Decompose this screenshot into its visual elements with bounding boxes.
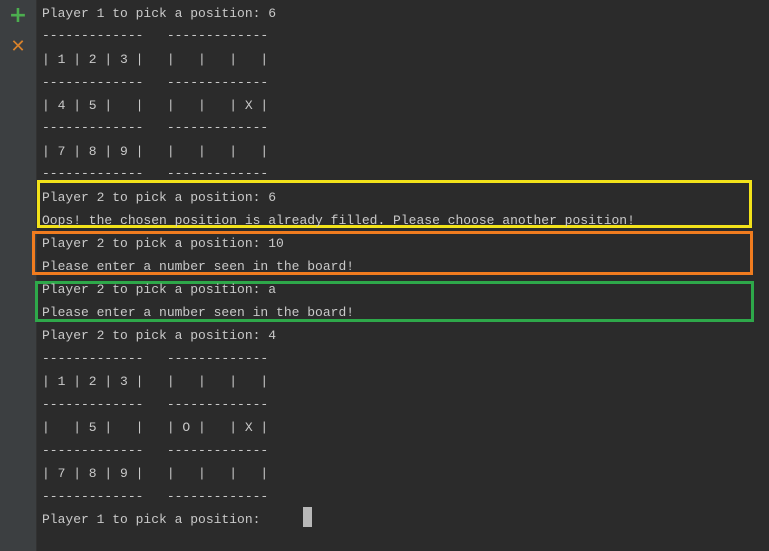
- console-line: Player 2 to pick a position: 10: [42, 236, 284, 251]
- plus-icon[interactable]: +: [8, 5, 28, 27]
- console-line: Player 2 to pick a position: 6: [42, 190, 277, 205]
- console-line: | 7 | 8 | 9 | | | | |: [42, 466, 269, 481]
- console-line: | 4 | 5 | | | | | X |: [42, 98, 269, 113]
- console-line: | 7 | 8 | 9 | | | | |: [42, 144, 269, 159]
- console-line: | | 5 | | | O | | X |: [42, 420, 269, 435]
- console-line: ------------- -------------: [42, 75, 269, 90]
- text-cursor[interactable]: [303, 507, 312, 527]
- console-toolbar: + ✕: [0, 0, 37, 551]
- console-line: Player 2 to pick a position: a: [42, 282, 277, 297]
- console-line: ------------- -------------: [42, 120, 269, 135]
- console-line: Player 2 to pick a position: 4: [42, 328, 277, 343]
- console-line: ------------- -------------: [42, 489, 269, 504]
- close-icon[interactable]: ✕: [8, 37, 28, 57]
- console-line: | 1 | 2 | 3 | | | | |: [42, 52, 269, 67]
- console-line: Please enter a number seen in the board!: [42, 305, 355, 320]
- console-line: ------------- -------------: [42, 28, 269, 43]
- console-window: + ✕ Player 1 to pick a position: 6 -----…: [0, 0, 769, 551]
- console-line: ------------- -------------: [42, 443, 269, 458]
- console-line: ------------- -------------: [42, 166, 269, 181]
- console-line: | 1 | 2 | 3 | | | | |: [42, 374, 269, 389]
- console-line: ------------- -------------: [42, 351, 269, 366]
- console-output: Player 1 to pick a position: 6 ---------…: [42, 0, 762, 551]
- console-line: Oops! the chosen position is already fil…: [42, 213, 635, 228]
- console-line: Please enter a number seen in the board!: [42, 259, 355, 274]
- console-line: ------------- -------------: [42, 397, 269, 412]
- console-input-prompt: Player 1 to pick a position:: [42, 512, 269, 527]
- console-line: Player 1 to pick a position: 6: [42, 6, 277, 21]
